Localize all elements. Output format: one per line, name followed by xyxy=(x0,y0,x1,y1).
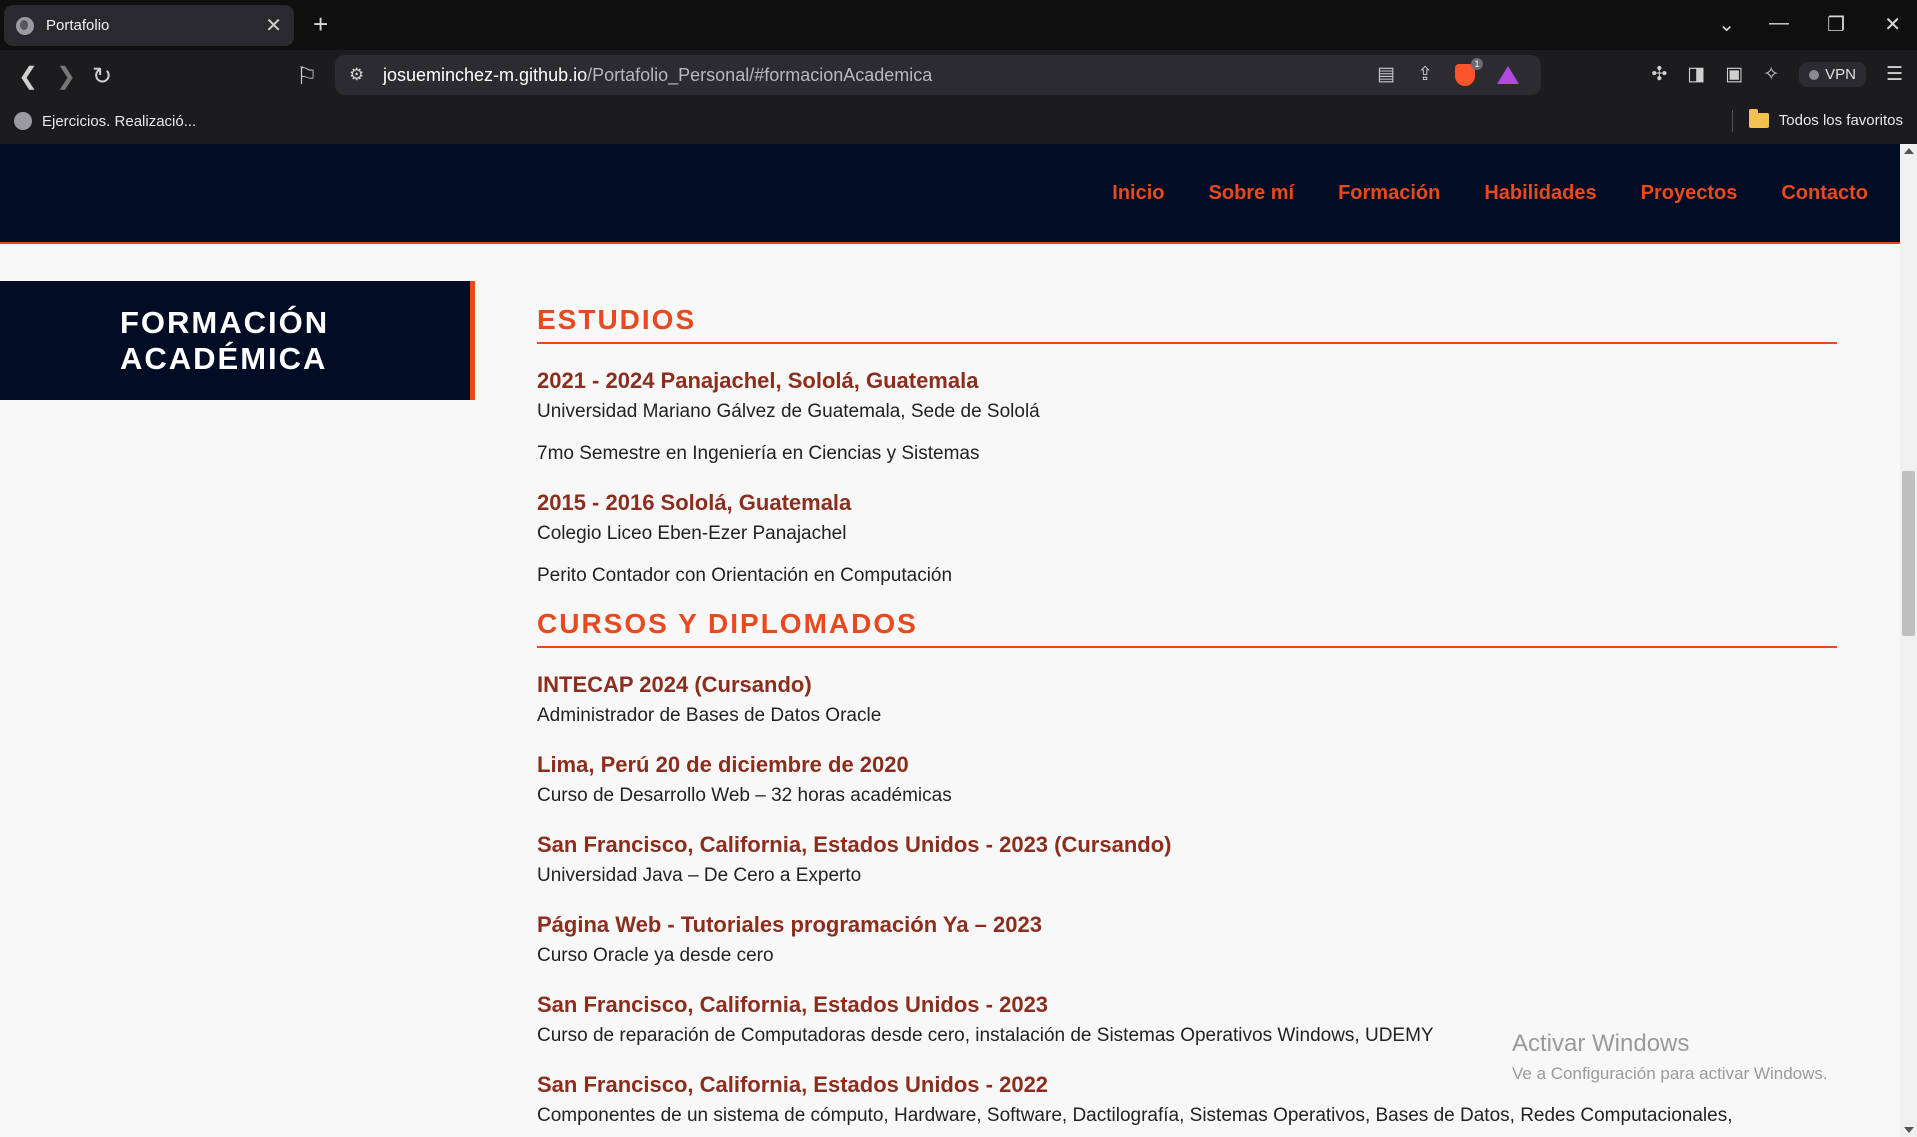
site-settings-icon[interactable]: ⚙ xyxy=(349,65,364,85)
extensions-icon[interactable]: ✣ xyxy=(1651,63,1667,86)
scroll-down-icon[interactable] xyxy=(1904,1127,1914,1133)
entry-description: Curso Oracle ya desde cero xyxy=(537,945,774,966)
web-page: Inicio Sobre mí Formación Habilidades Pr… xyxy=(0,144,1900,1137)
bookmarks-bar: Ejercicios. Realizació... Todos los favo… xyxy=(0,100,1917,144)
browser-tab[interactable]: Portafolio ✕ xyxy=(4,5,294,46)
watermark-title: Activar Windows xyxy=(1512,1030,1690,1057)
bookmarks-separator xyxy=(1732,110,1733,132)
section-heading-line1: FORMACIÓN xyxy=(120,304,330,340)
leo-ai-icon[interactable]: ✧ xyxy=(1763,63,1779,86)
tab-search-icon[interactable]: ⌄ xyxy=(1718,12,1735,37)
tab-strip: Portafolio ✕ + ⌄ — ❐ ✕ xyxy=(0,0,1917,50)
study-entry: 2021 - 2024 Panajachel, Sololá, Guatemal… xyxy=(537,368,1837,466)
share-icon[interactable]: ⇪ xyxy=(1417,63,1433,86)
reader-mode-icon[interactable]: ▤ xyxy=(1377,63,1395,86)
entry-heading: 2021 - 2024 Panajachel, Sololá, Guatemal… xyxy=(537,368,979,393)
globe-icon xyxy=(16,16,34,35)
browser-chrome: Portafolio ✕ + ⌄ — ❐ ✕ ❮ ❯ ↻ ⚐ ⚙ josuemi… xyxy=(0,0,1917,144)
entry-description: Componentes de un sistema de cómputo, Ha… xyxy=(537,1105,1733,1126)
entry-description: Universidad Java – De Cero a Experto xyxy=(537,865,862,886)
entry-heading: 2015 - 2016 Sololá, Guatemala xyxy=(537,490,852,515)
address-bar-icons: ▤ ⇪ 1 xyxy=(1377,57,1519,86)
entry-heading: San Francisco, California, Estados Unido… xyxy=(537,832,1172,857)
vpn-label: VPN xyxy=(1825,66,1856,83)
nav-link-sobre-mi[interactable]: Sobre mí xyxy=(1209,182,1295,204)
reload-icon[interactable]: ↻ xyxy=(92,62,112,91)
nav-link-contacto[interactable]: Contacto xyxy=(1781,182,1868,204)
windows-activation-watermark: Activar Windows Ve a Configuración para … xyxy=(1512,1030,1828,1084)
course-entry: INTECAP 2024 (Cursando) Administrador de… xyxy=(537,672,1837,728)
entry-detail: 7mo Semestre en Ingeniería en Ciencias y… xyxy=(537,443,980,464)
globe-icon xyxy=(14,112,32,130)
all-bookmarks-folder[interactable]: Todos los favoritos xyxy=(1748,109,1903,129)
url-host: josueminchez-m.github.io xyxy=(383,64,588,85)
formation-content: ESTUDIOS 2021 - 2024 Panajachel, Sololá,… xyxy=(537,304,1837,1128)
section-heading: FORMACIÓN ACADÉMICA xyxy=(120,305,350,377)
close-tab-icon[interactable]: ✕ xyxy=(265,13,282,38)
course-entry: Página Web - Tutoriales programación Ya … xyxy=(537,912,1837,968)
wallet-icon[interactable]: ▣ xyxy=(1725,63,1743,86)
shield-count: 1 xyxy=(1471,57,1483,70)
forward-icon[interactable]: ❯ xyxy=(56,62,76,91)
study-entry: 2015 - 2016 Sololá, Guatemala Colegio Li… xyxy=(537,490,1837,588)
bookmark-folder-label: Todos los favoritos xyxy=(1778,112,1903,129)
toolbar: ❮ ❯ ↻ ⚐ ⚙ josueminchez-m.github.io/Porta… xyxy=(0,50,1917,100)
nav-menu: Inicio Sobre mí Formación Habilidades Pr… xyxy=(1112,182,1868,205)
minimize-button[interactable]: — xyxy=(1769,12,1789,35)
nav-link-proyectos[interactable]: Proyectos xyxy=(1641,182,1738,204)
courses-title: CURSOS Y DIPLOMADOS xyxy=(537,608,1837,648)
back-icon[interactable]: ❮ xyxy=(18,62,38,91)
nav-link-inicio[interactable]: Inicio xyxy=(1112,182,1164,204)
entry-institution: Universidad Mariano Gálvez de Guatemala,… xyxy=(537,401,1040,422)
right-toolbar: ✣ ◨ ▣ ✧ VPN ☰ xyxy=(1651,62,1903,87)
course-entry: San Francisco, California, Estados Unido… xyxy=(537,832,1837,888)
bookmark-icon[interactable]: ⚐ xyxy=(296,62,318,91)
entry-heading: Página Web - Tutoriales programación Ya … xyxy=(537,912,1042,937)
course-entry: Lima, Perú 20 de diciembre de 2020 Curso… xyxy=(537,752,1837,808)
brave-shields-icon[interactable]: 1 xyxy=(1455,57,1483,86)
nav-link-formacion[interactable]: Formación xyxy=(1338,182,1440,204)
address-bar[interactable]: ⚙ josueminchez-m.github.io/Portafolio_Pe… xyxy=(335,55,1541,95)
brave-rewards-icon[interactable] xyxy=(1497,65,1519,84)
entry-heading: INTECAP 2024 (Cursando) xyxy=(537,672,812,697)
section-heading-line2: ACADÉMICA xyxy=(120,340,328,376)
studies-title: ESTUDIOS xyxy=(537,304,1837,344)
entry-heading: San Francisco, California, Estados Unido… xyxy=(537,992,1049,1017)
folder-icon xyxy=(1748,109,1769,128)
vpn-button[interactable]: VPN xyxy=(1799,62,1866,87)
entry-description: Curso de Desarrollo Web – 32 horas acadé… xyxy=(537,785,952,806)
new-tab-button[interactable]: + xyxy=(313,9,328,40)
bookmark-item[interactable]: Ejercicios. Realizació... xyxy=(14,112,196,130)
close-window-button[interactable]: ✕ xyxy=(1884,12,1901,37)
page-scrollbar[interactable] xyxy=(1900,144,1917,1137)
vpn-status-icon xyxy=(1809,69,1820,80)
entry-institution: Colegio Liceo Eben-Ezer Panajachel xyxy=(537,523,847,544)
url-path: /Portafolio_Personal/#formacionAcademica xyxy=(587,64,933,85)
scrollbar-thumb[interactable] xyxy=(1902,471,1915,636)
restore-button[interactable]: ❐ xyxy=(1827,12,1845,37)
tab-title: Portafolio xyxy=(46,17,110,34)
sidebar-icon[interactable]: ◨ xyxy=(1687,63,1705,86)
bookmark-label: Ejercicios. Realizació... xyxy=(42,112,197,130)
entry-heading: Lima, Perú 20 de diciembre de 2020 xyxy=(537,752,909,777)
menu-icon[interactable]: ☰ xyxy=(1886,63,1903,86)
entry-detail: Perito Contador con Orientación en Compu… xyxy=(537,565,953,586)
entry-description: Administrador de Bases de Datos Oracle xyxy=(537,705,882,726)
scroll-up-icon[interactable] xyxy=(1904,148,1914,154)
site-navbar: Inicio Sobre mí Formación Habilidades Pr… xyxy=(0,144,1900,244)
nav-link-habilidades[interactable]: Habilidades xyxy=(1484,182,1596,204)
watermark-subtitle: Ve a Configuración para activar Windows. xyxy=(1512,1064,1828,1083)
section-label-box: FORMACIÓN ACADÉMICA xyxy=(0,281,475,400)
